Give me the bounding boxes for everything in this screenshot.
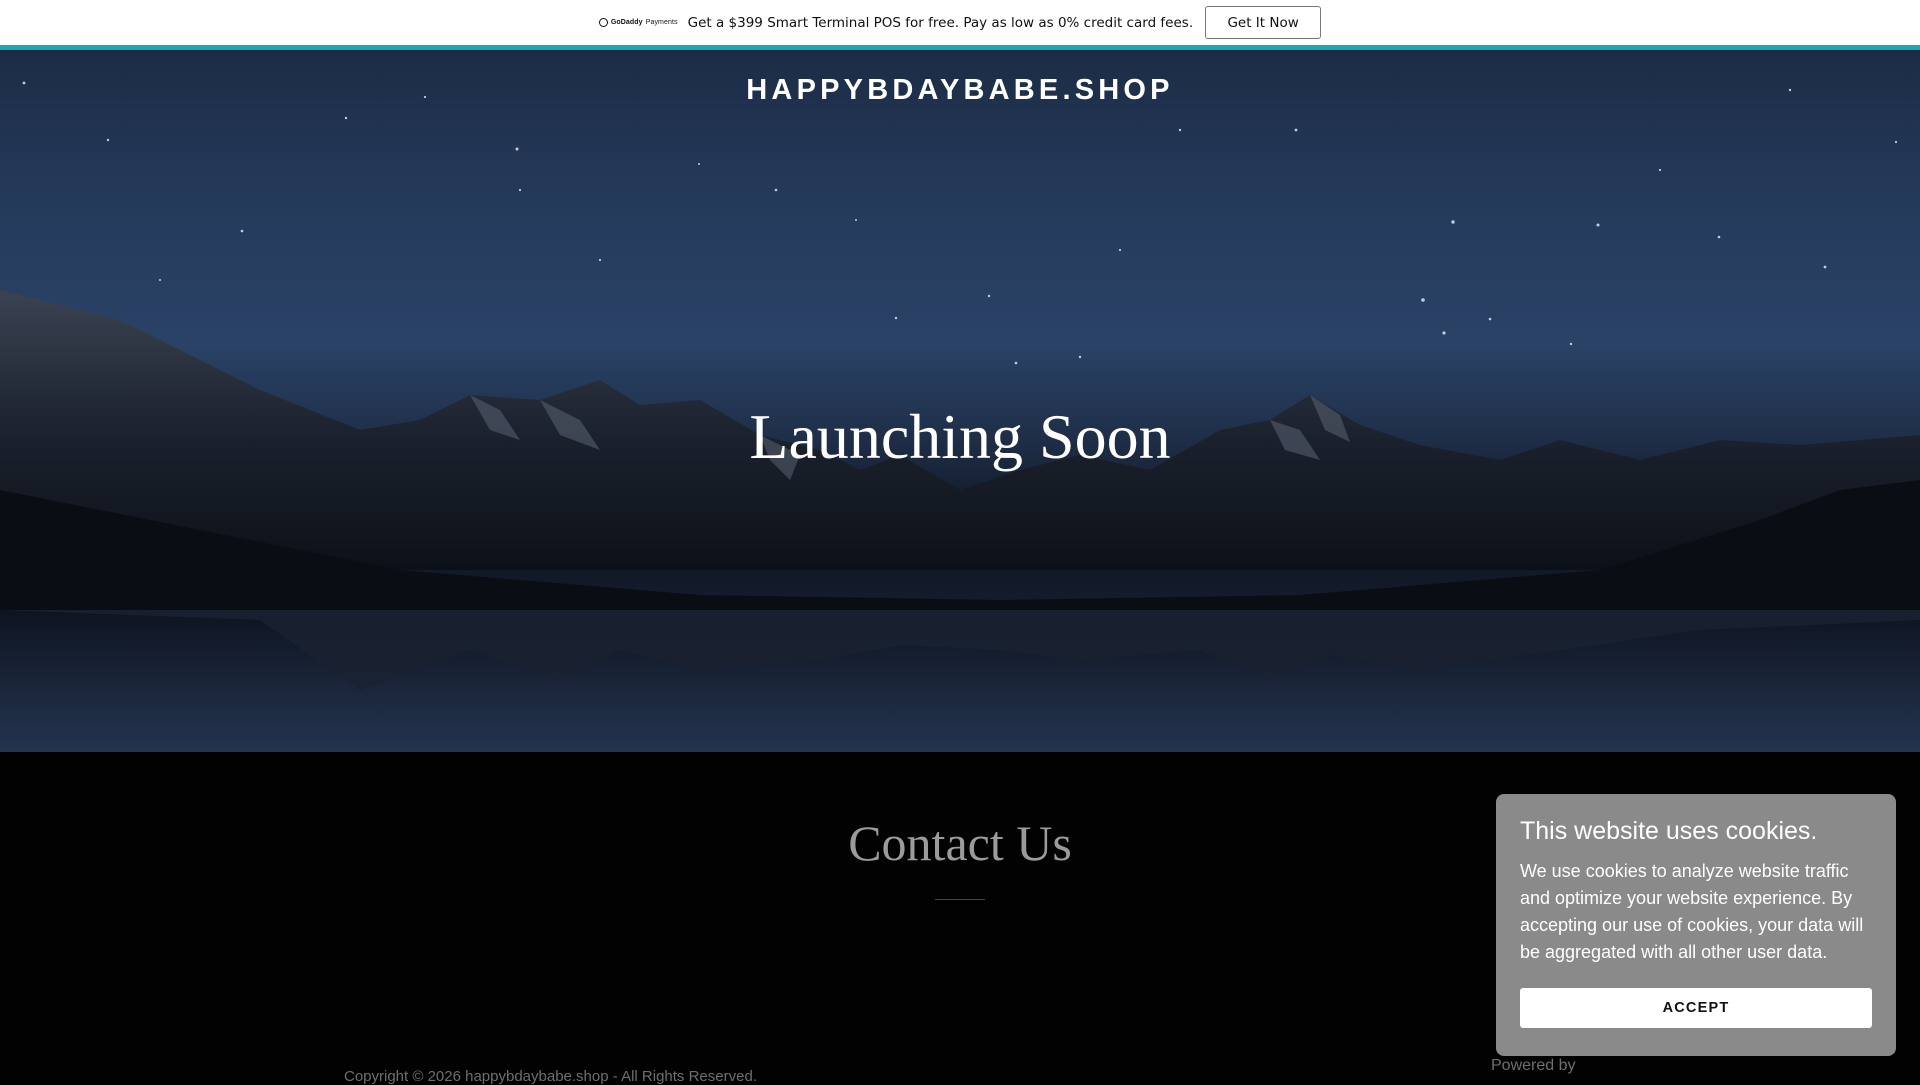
- hero-section: HAPPYBDAYBABE.SHOP Launching Soon: [0, 50, 1920, 752]
- cookie-title: This website uses cookies.: [1520, 817, 1818, 845]
- site-title[interactable]: HAPPYBDAYBABE.SHOP: [0, 74, 1920, 107]
- godaddy-logo-icon: [598, 18, 608, 27]
- promo-banner: GoDaddy Payments Get a $399 Smart Termin…: [0, 0, 1920, 45]
- get-it-now-button[interactable]: Get It Now: [1205, 6, 1322, 39]
- cookie-banner: This website uses cookies. We use cookie…: [1496, 794, 1896, 1056]
- promo-text: Get a $399 Smart Terminal POS for free. …: [687, 14, 1194, 31]
- copyright-text: Copyright © 2026 happybdaybabe.shop - Al…: [344, 1068, 757, 1085]
- logo-product-text: Payments: [645, 19, 678, 26]
- section-divider: [935, 899, 985, 900]
- godaddy-payments-logo: GoDaddy Payments: [598, 18, 678, 27]
- accept-cookies-button[interactable]: ACCEPT: [1520, 988, 1872, 1028]
- powered-by-text: Powered by: [1491, 1057, 1576, 1074]
- cookie-body: We use cookies to analyze website traffi…: [1520, 861, 1864, 962]
- hero-heading: Launching Soon: [749, 401, 1171, 472]
- logo-brand-text: GoDaddy: [610, 19, 643, 26]
